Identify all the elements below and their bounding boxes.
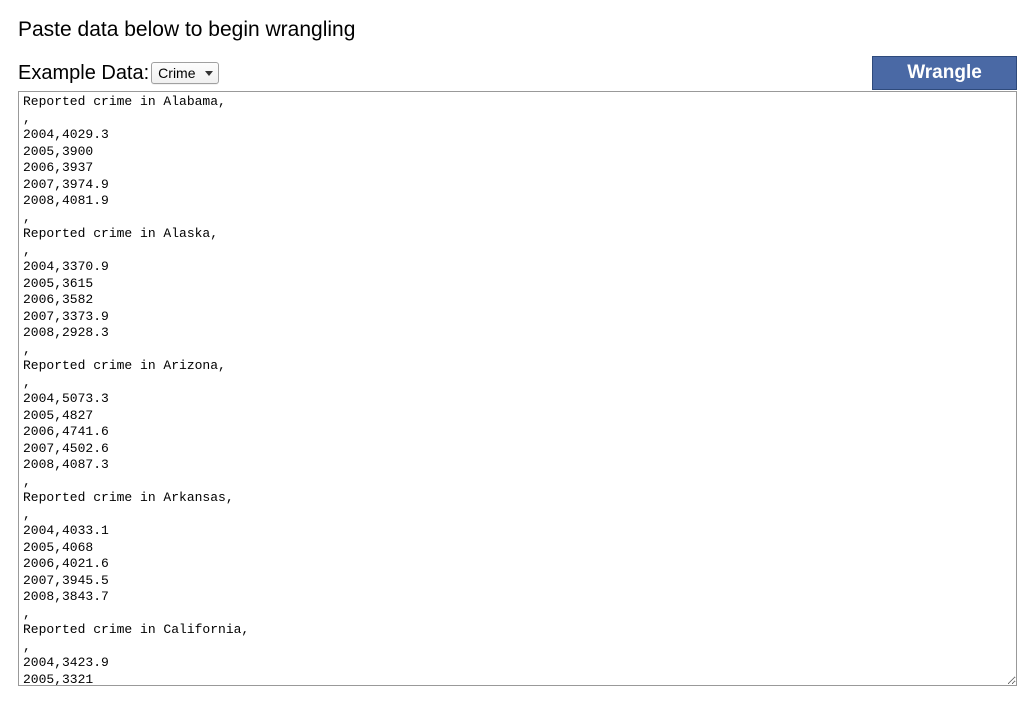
example-data-dropdown-wrap: Crime xyxy=(151,62,219,84)
example-data-label: Example Data: xyxy=(18,62,149,85)
controls-row: Example Data: Crime Wrangle xyxy=(18,56,1017,90)
left-controls: Example Data: Crime xyxy=(18,62,219,85)
wrangle-button[interactable]: Wrangle xyxy=(872,56,1017,90)
example-data-dropdown[interactable]: Crime xyxy=(151,62,219,84)
data-paste-textarea[interactable] xyxy=(18,91,1017,686)
page-title: Paste data below to begin wrangling xyxy=(18,18,1017,42)
